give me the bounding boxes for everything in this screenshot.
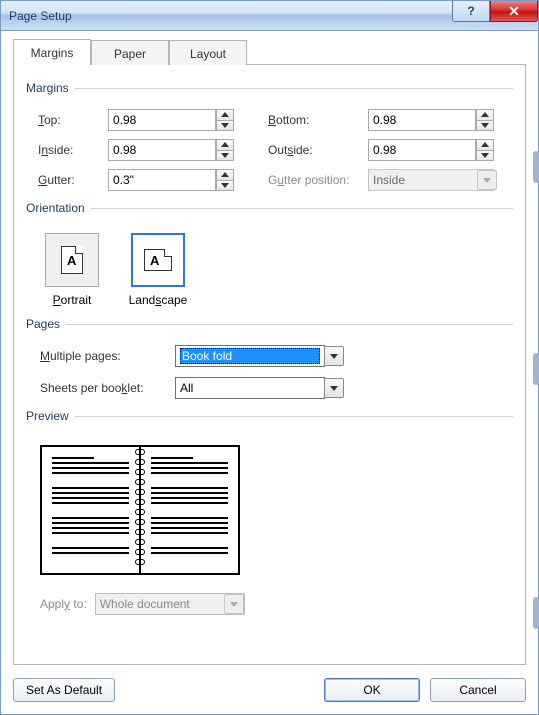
- chevron-up-icon: [221, 172, 229, 177]
- bottom-input[interactable]: [368, 109, 476, 131]
- landscape-page-icon: A: [144, 249, 172, 271]
- section-pages: Pages: [26, 317, 513, 331]
- inside-spin-up[interactable]: [216, 139, 234, 150]
- cancel-button[interactable]: Cancel: [430, 678, 526, 702]
- chevron-up-icon: [221, 112, 229, 117]
- apply-to-select: Whole document: [95, 593, 245, 615]
- gutter-position-label: Gutter position:: [268, 173, 368, 187]
- multiple-pages-label: Multiple pages:: [40, 349, 175, 363]
- top-spin-up[interactable]: [216, 109, 234, 120]
- ok-button[interactable]: OK: [324, 678, 420, 702]
- gutter-spin-down[interactable]: [216, 180, 234, 192]
- cancel-label: Cancel: [459, 683, 496, 697]
- tab-layout-label: Layout: [190, 47, 226, 61]
- sheets-per-booklet-value: All: [180, 381, 320, 395]
- gutter-label: Gutter:: [38, 173, 108, 187]
- portrait-page-icon: A: [61, 246, 83, 274]
- outside-input[interactable]: [368, 139, 476, 161]
- chevron-down-icon: [221, 153, 229, 158]
- tab-strip: Margins Paper Layout: [13, 39, 526, 65]
- inside-input[interactable]: [108, 139, 216, 161]
- close-button[interactable]: ✕: [490, 1, 538, 22]
- bottom-spin-up[interactable]: [476, 109, 494, 120]
- apply-to-label: Apply to:: [40, 597, 87, 611]
- chevron-down-icon: [481, 123, 489, 128]
- multiple-pages-dropdown-button[interactable]: [324, 346, 344, 366]
- chevron-up-icon: [481, 112, 489, 117]
- page-setup-dialog: Page Setup ? ✕ Margins Paper Layout Marg…: [0, 0, 539, 715]
- apply-to-dropdown-button: [224, 594, 244, 614]
- gutter-spin-up[interactable]: [216, 169, 234, 180]
- chevron-down-icon: [330, 354, 338, 359]
- top-spin-down[interactable]: [216, 120, 234, 132]
- top-label: Top:: [38, 113, 108, 127]
- section-margins-label: Margins: [26, 81, 69, 95]
- gutter-position-select: Inside: [368, 169, 498, 191]
- chevron-down-icon: [330, 386, 338, 391]
- window-title: Page Setup: [9, 9, 72, 23]
- sheets-per-booklet-select[interactable]: All: [175, 377, 345, 399]
- tab-paper-label: Paper: [114, 47, 146, 61]
- outside-spin-down[interactable]: [476, 150, 494, 162]
- outside-label: Outside:: [268, 143, 368, 157]
- ok-label: OK: [363, 683, 380, 697]
- chevron-down-icon: [483, 178, 491, 183]
- outside-spin-up[interactable]: [476, 139, 494, 150]
- bottom-label: Bottom:: [268, 113, 368, 127]
- orientation-portrait-label: Portrait: [40, 293, 104, 307]
- gutter-position-dropdown-button: [477, 170, 497, 190]
- chevron-down-icon: [221, 183, 229, 188]
- inside-label: Inside:: [38, 143, 108, 157]
- scroll-hint: [533, 597, 539, 629]
- section-pages-label: Pages: [26, 317, 60, 331]
- multiple-pages-select[interactable]: Book fold: [175, 345, 345, 367]
- scroll-hint: [533, 151, 539, 183]
- chevron-up-icon: [221, 142, 229, 147]
- gutter-input[interactable]: [108, 169, 216, 191]
- tab-margins[interactable]: Margins: [13, 39, 91, 66]
- inside-spin-down[interactable]: [216, 150, 234, 162]
- tab-paper[interactable]: Paper: [91, 40, 169, 66]
- scroll-hint: [533, 353, 539, 385]
- apply-to-value: Whole document: [100, 597, 240, 611]
- help-icon: ?: [467, 4, 474, 18]
- top-input[interactable]: [108, 109, 216, 131]
- multiple-pages-value: Book fold: [180, 348, 320, 364]
- chevron-down-icon: [230, 602, 238, 607]
- section-orientation-label: Orientation: [26, 201, 85, 215]
- margins-panel: Margins Top: Bottom: Inside:: [13, 65, 526, 665]
- set-as-default-label: Set As Default: [26, 683, 102, 697]
- section-margins: Margins: [26, 81, 513, 95]
- section-preview: Preview: [26, 409, 513, 423]
- chevron-down-icon: [221, 123, 229, 128]
- chevron-up-icon: [481, 142, 489, 147]
- tab-layout[interactable]: Layout: [169, 40, 247, 66]
- gutter-position-value: Inside: [373, 173, 489, 187]
- set-as-default-button[interactable]: Set As Default: [13, 678, 115, 702]
- orientation-landscape[interactable]: A Landscape: [126, 233, 190, 307]
- help-button[interactable]: ?: [452, 1, 490, 22]
- sheets-per-booklet-label: Sheets per booklet:: [40, 381, 175, 395]
- sheets-per-booklet-dropdown-button[interactable]: [324, 378, 344, 398]
- orientation-landscape-label: Landscape: [126, 293, 190, 307]
- tab-margins-label: Margins: [31, 46, 74, 60]
- section-orientation: Orientation: [26, 201, 513, 215]
- orientation-portrait[interactable]: A Portrait: [40, 233, 104, 307]
- chevron-down-icon: [481, 153, 489, 158]
- preview-book-icon: [40, 445, 240, 575]
- bottom-spin-down[interactable]: [476, 120, 494, 132]
- section-preview-label: Preview: [26, 409, 69, 423]
- titlebar: Page Setup ? ✕: [1, 1, 538, 31]
- close-icon: ✕: [508, 3, 520, 20]
